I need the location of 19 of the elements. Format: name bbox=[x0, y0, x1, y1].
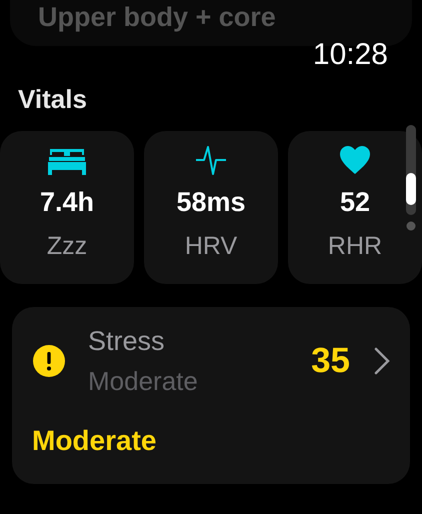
stress-subtitle: Moderate bbox=[88, 364, 198, 398]
vital-tile[interactable]: 58ms HRV bbox=[144, 131, 278, 284]
stress-title: Stress bbox=[88, 325, 166, 358]
vital-value: 52 bbox=[340, 189, 370, 216]
stress-status: Moderate bbox=[32, 426, 158, 455]
vital-value: 58ms bbox=[176, 189, 246, 216]
card-title: Upper body + core bbox=[38, 2, 276, 32]
pulse-icon bbox=[195, 145, 227, 176]
vital-label: RHR bbox=[328, 234, 382, 260]
stress-score: 35 bbox=[311, 343, 350, 378]
vital-label: HRV bbox=[184, 234, 238, 260]
vital-tile[interactable]: 52 RHR bbox=[288, 131, 422, 284]
stress-card[interactable]: Stress Moderate 35 Moderate bbox=[12, 307, 410, 484]
heart-icon bbox=[339, 145, 371, 176]
vital-tile[interactable]: 7.4h Zzz bbox=[0, 131, 134, 284]
vital-value: 7.4h bbox=[40, 189, 94, 216]
section-title: Vitals bbox=[17, 84, 88, 116]
chevron-icon bbox=[374, 346, 390, 375]
vital-label: Zzz bbox=[46, 234, 88, 260]
